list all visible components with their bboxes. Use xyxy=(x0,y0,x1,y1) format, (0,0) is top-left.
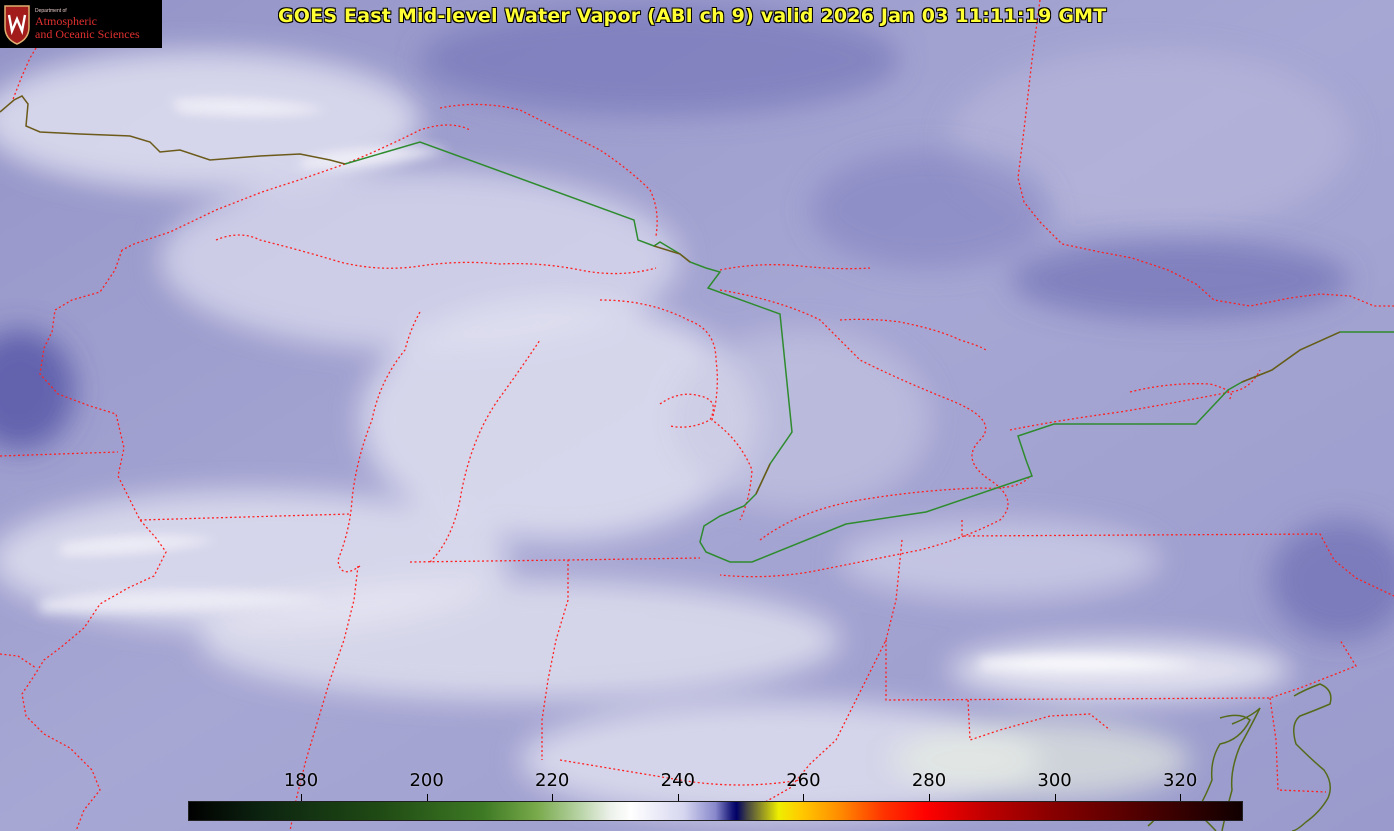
satellite-image-view: Department of Atmospheric and Oceanic Sc… xyxy=(0,0,1394,831)
colorbar-tick-mark xyxy=(929,794,930,801)
temperature-colorbar xyxy=(188,801,1243,821)
colorbar-tick-mark xyxy=(1054,794,1056,801)
colorbar-tick-label: 180 xyxy=(283,770,319,791)
colorbar-tick-label: 320 xyxy=(1163,770,1198,791)
aos-logo: Department of Atmospheric and Oceanic Sc… xyxy=(0,0,162,48)
colorbar-tick-label: 200 xyxy=(409,770,444,791)
water-vapor-map xyxy=(0,0,1394,831)
colorbar-tick-label: 240 xyxy=(660,770,695,791)
colorbar-tick-label: 300 xyxy=(1037,770,1072,791)
colorbar-tick-mark xyxy=(677,794,679,801)
colorbar-tick-label: 280 xyxy=(911,770,947,791)
water-vapor-imagery xyxy=(0,0,1394,831)
colorbar-tick-mark xyxy=(552,794,554,801)
colorbar-tick-label: 260 xyxy=(786,770,821,791)
colorbar-tick-mark xyxy=(301,794,303,801)
colorbar-tick-mark xyxy=(426,794,428,801)
colorbar-tick-label: 220 xyxy=(535,770,570,791)
uw-crest-icon xyxy=(4,5,30,45)
colorbar-tick-mark xyxy=(1180,794,1182,801)
image-title: GOES East Mid-level Water Vapor (ABI ch … xyxy=(278,5,1107,27)
colorbar-tick-mark xyxy=(803,794,805,801)
logo-line2-text: and Oceanic Sciences xyxy=(35,27,140,41)
